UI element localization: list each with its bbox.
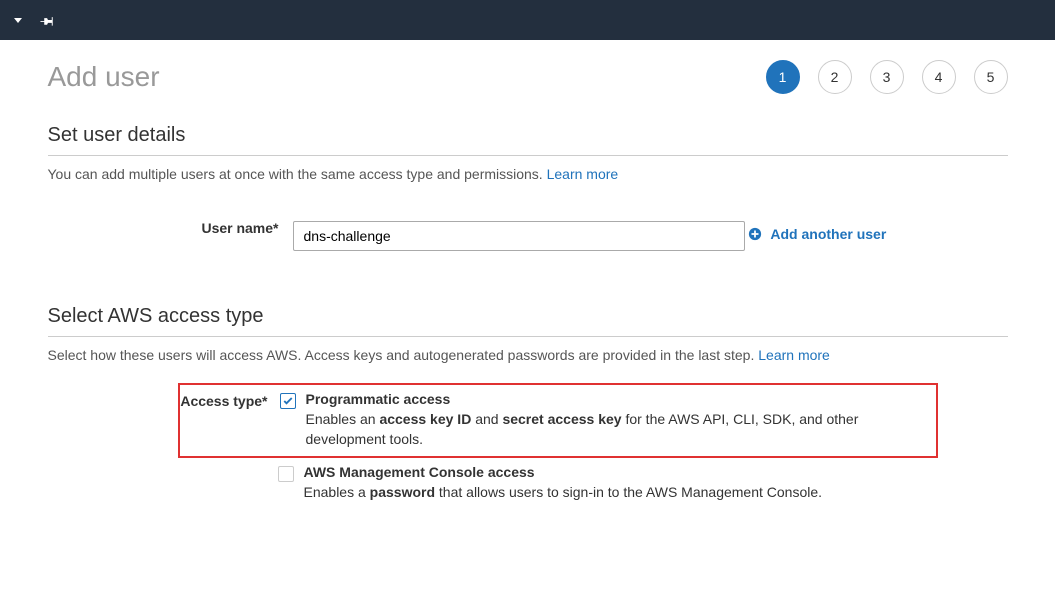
section-desc-text: Select how these users will access AWS. …	[48, 347, 759, 363]
section-desc-text: You can add multiple users at once with …	[48, 166, 547, 182]
programmatic-access-title: Programmatic access	[306, 391, 928, 407]
header-row: Add user 1 2 3 4 5	[48, 60, 1008, 94]
wizard-step-5[interactable]: 5	[974, 60, 1008, 94]
username-input[interactable]	[293, 221, 745, 251]
topbar	[0, 0, 1055, 40]
desc-text: and	[471, 411, 502, 427]
divider	[48, 155, 1008, 156]
plus-circle-icon	[748, 227, 762, 241]
access-option-console: AWS Management Console access Enables a …	[178, 458, 938, 508]
username-row: User name* Add another user	[48, 212, 1008, 251]
divider	[48, 336, 1008, 337]
access-type-label: Access type*	[180, 391, 280, 409]
pin-icon[interactable]	[38, 10, 58, 30]
service-menu-chevron-icon[interactable]	[8, 10, 28, 30]
learn-more-link-access-type[interactable]: Learn more	[758, 347, 830, 363]
wizard-step-2[interactable]: 2	[818, 60, 852, 94]
add-another-user-button[interactable]: Add another user	[748, 226, 886, 242]
programmatic-access-desc: Enables an access key ID and secret acce…	[306, 409, 928, 450]
section-access-type-title: Select AWS access type	[48, 305, 1008, 328]
wizard-step-1[interactable]: 1	[766, 60, 800, 94]
wizard-step-4[interactable]: 4	[922, 60, 956, 94]
add-another-user-label: Add another user	[770, 226, 886, 242]
page: Add user 1 2 3 4 5 Set user details You …	[18, 40, 1038, 548]
desc-text: Enables an	[306, 411, 380, 427]
desc-bold: password	[370, 484, 435, 500]
desc-bold: access key ID	[379, 411, 471, 427]
section-user-details-desc: You can add multiple users at once with …	[48, 166, 1008, 182]
console-access-checkbox[interactable]	[278, 466, 294, 482]
highlighted-region: Access type* Programmatic access Enables…	[178, 383, 938, 458]
wizard-steps: 1 2 3 4 5	[766, 60, 1008, 94]
console-access-desc: Enables a password that allows users to …	[304, 482, 930, 502]
desc-bold: secret access key	[502, 411, 621, 427]
console-access-title: AWS Management Console access	[304, 464, 930, 480]
section-access-type-desc: Select how these users will access AWS. …	[48, 347, 1008, 363]
page-title: Add user	[48, 61, 160, 93]
access-option-programmatic: Access type* Programmatic access Enables…	[180, 391, 928, 450]
username-label: User name*	[48, 212, 293, 236]
username-field: Add another user	[293, 212, 1008, 251]
section-user-details-title: Set user details	[48, 124, 1008, 147]
wizard-step-3[interactable]: 3	[870, 60, 904, 94]
desc-text: that allows users to sign-in to the AWS …	[435, 484, 822, 500]
desc-text: Enables a	[304, 484, 370, 500]
learn-more-link-user-details[interactable]: Learn more	[547, 166, 619, 182]
programmatic-access-checkbox[interactable]	[280, 393, 296, 409]
